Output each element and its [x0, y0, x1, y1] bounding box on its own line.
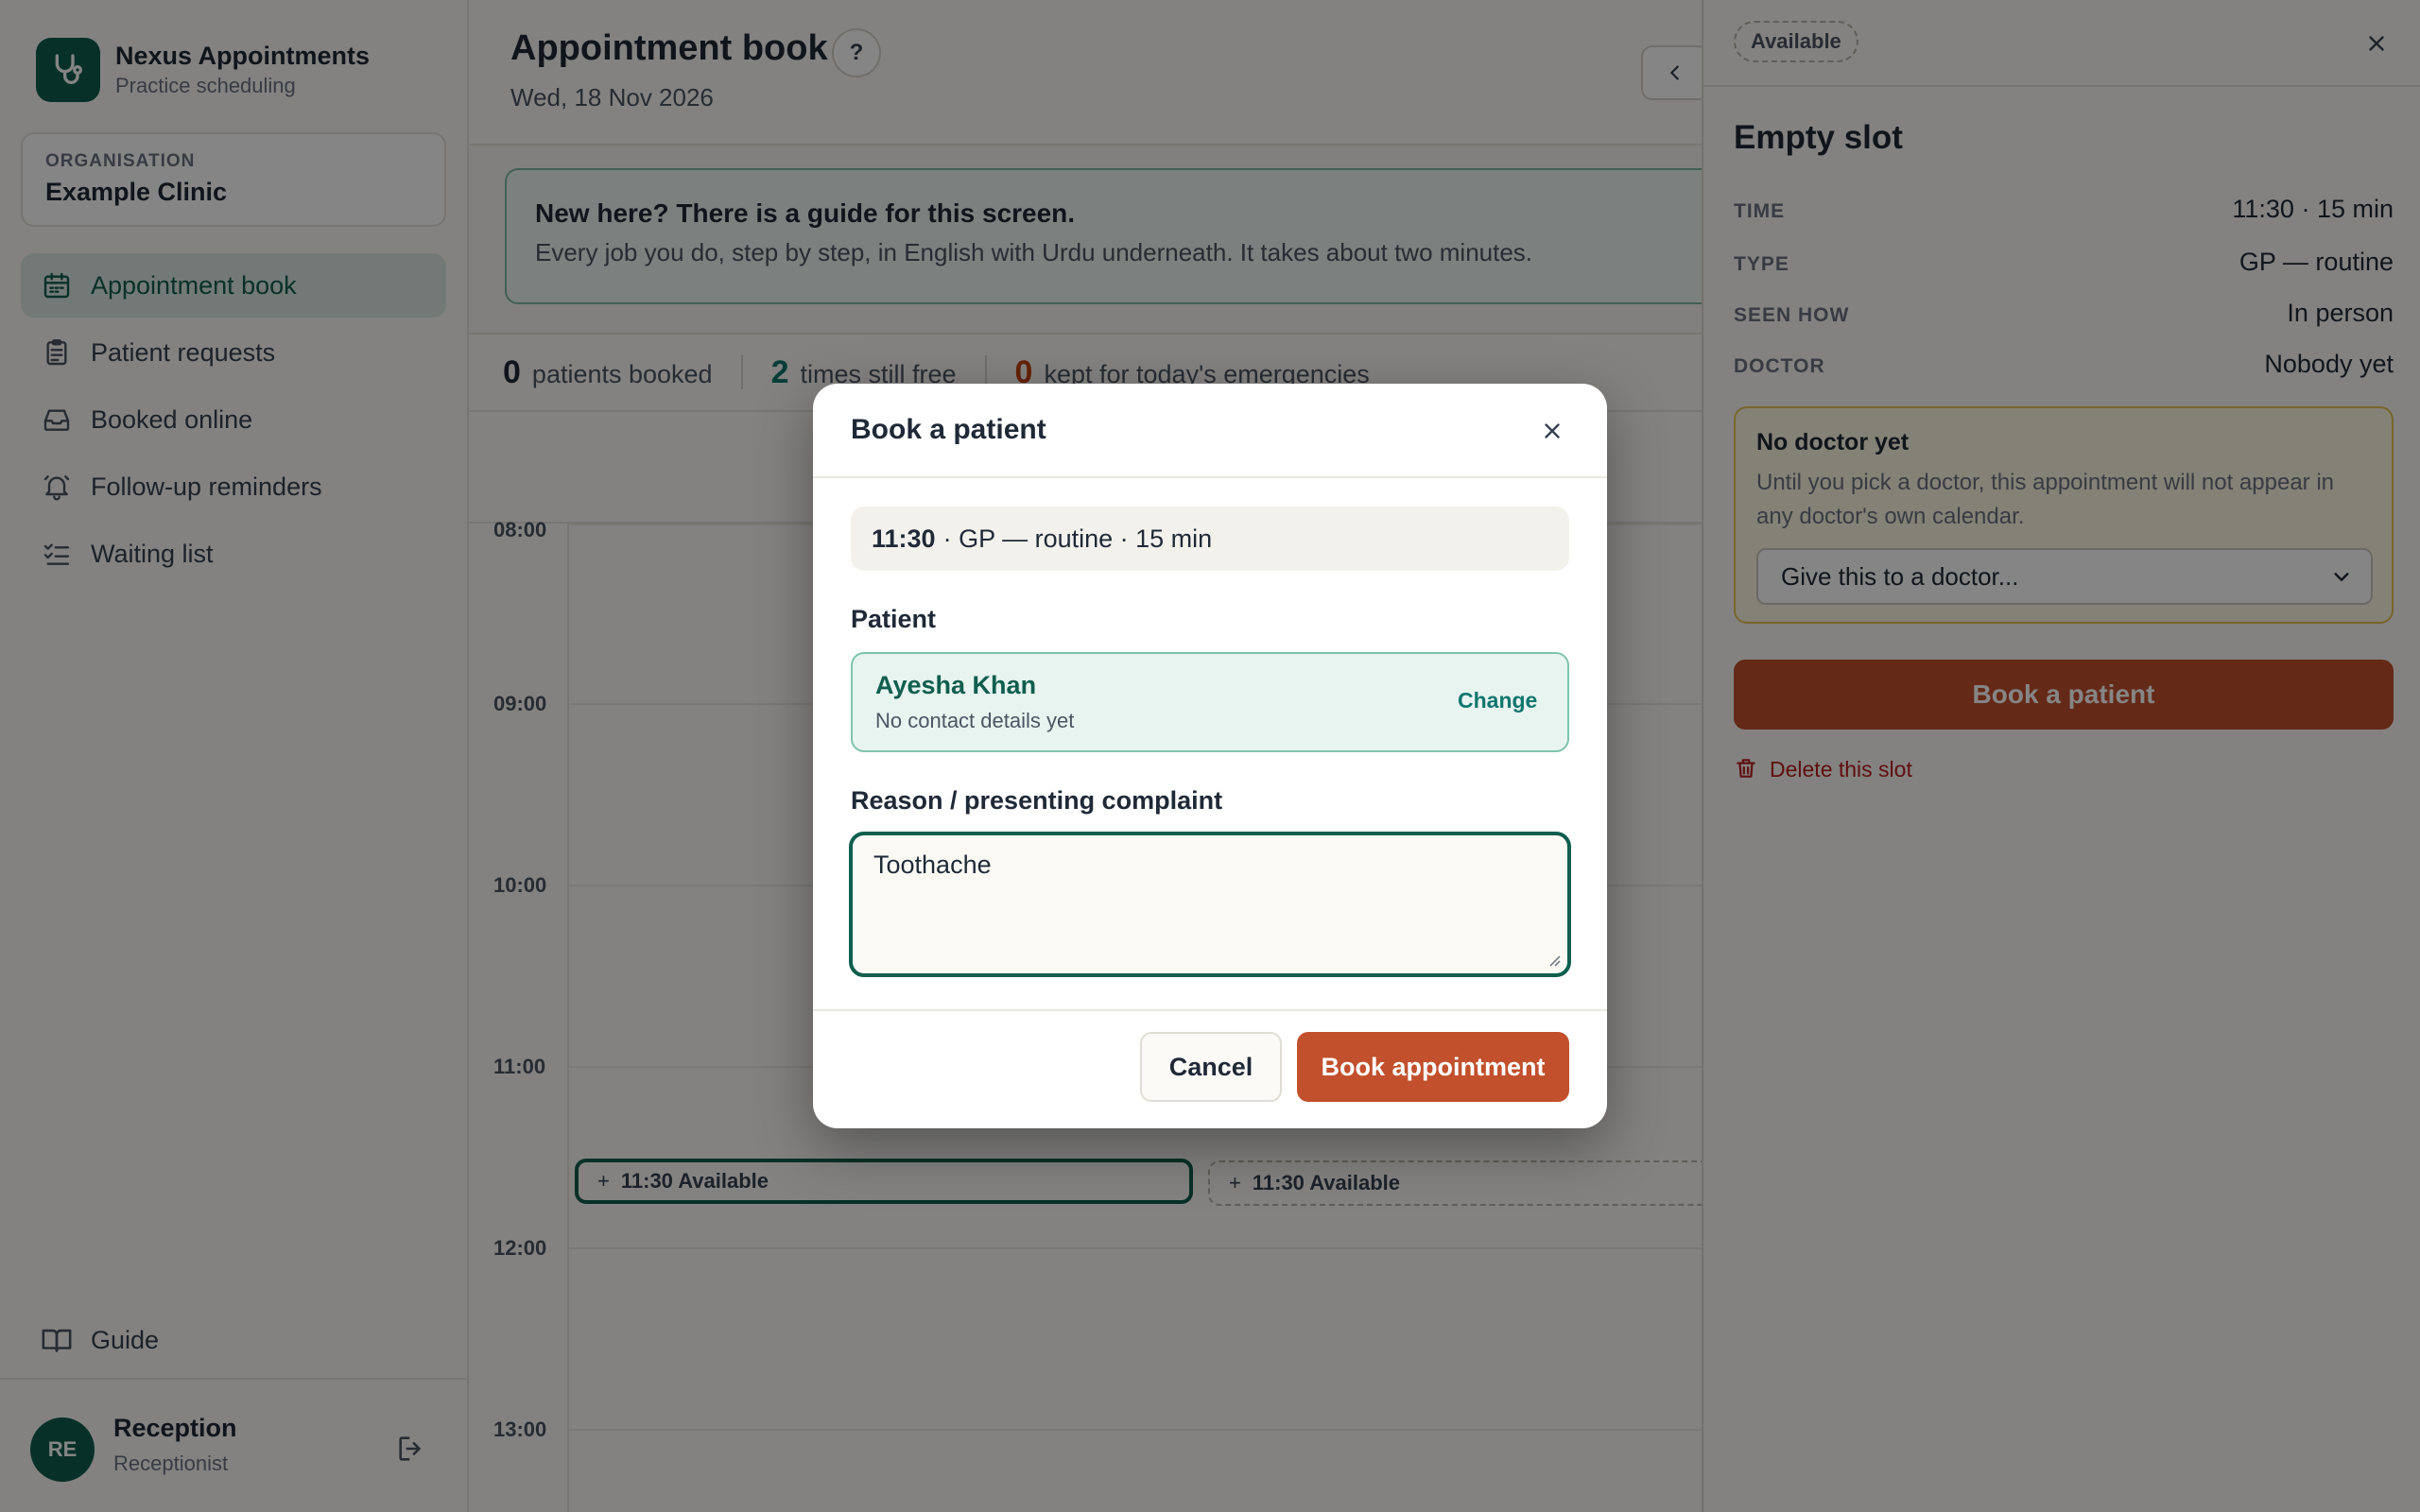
cancel-button[interactable]: Cancel: [1140, 1032, 1282, 1102]
patient-contact-status: No contact details yet: [875, 709, 1075, 732]
dialog-header: Book a patient: [813, 384, 1607, 478]
patient-name: Ayesha Khan: [875, 671, 1037, 699]
book-patient-dialog: Book a patient 11:30 · GP — routine · 15…: [813, 384, 1607, 1128]
change-patient-link[interactable]: Change: [1458, 688, 1537, 713]
reason-textarea[interactable]: Toothache: [849, 832, 1571, 977]
summary-time: 11:30: [872, 524, 936, 553]
dialog-footer: Cancel Book appointment: [813, 1009, 1607, 1128]
reason-field-label: Reason / presenting complaint: [851, 786, 1223, 815]
selected-patient-card: Ayesha Khan No contact details yet Chang…: [851, 652, 1569, 752]
patient-field-label: Patient: [851, 605, 937, 633]
resize-handle-icon[interactable]: [1545, 951, 1562, 968]
book-appointment-button[interactable]: Book appointment: [1297, 1032, 1569, 1102]
reason-value: Toothache: [873, 850, 992, 879]
slot-summary: 11:30 · GP — routine · 15 min: [851, 507, 1569, 571]
close-icon: [1545, 423, 1560, 438]
summary-details: · GP — routine · 15 min: [942, 524, 1213, 553]
dialog-title: Book a patient: [851, 414, 1046, 445]
close-dialog-button[interactable]: [1535, 414, 1569, 448]
